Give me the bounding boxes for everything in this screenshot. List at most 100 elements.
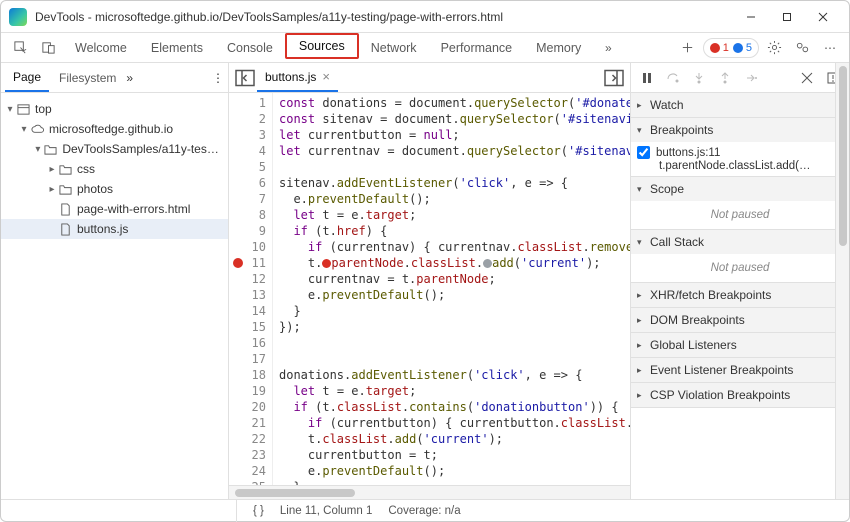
settings-gear-icon[interactable] (761, 35, 787, 61)
section-breakpoints[interactable]: ▾Breakpoints (631, 118, 849, 142)
minimize-button[interactable] (733, 3, 769, 31)
section-xhr[interactable]: ▸XHR/fetch Breakpoints (631, 283, 849, 307)
code-line[interactable]: } (273, 479, 630, 485)
code-line[interactable]: e.preventDefault(); (273, 191, 630, 207)
navigator-tab-filesystem[interactable]: Filesystem (51, 63, 124, 92)
navigator-menu-icon[interactable]: ⋮ (212, 71, 224, 85)
gutter-line[interactable]: 2 (229, 111, 272, 127)
gutter-line[interactable]: 15 (229, 319, 272, 335)
code-line[interactable]: if (t.href) { (273, 223, 630, 239)
gutter-line[interactable]: 8 (229, 207, 272, 223)
gutter-line[interactable]: 5 (229, 159, 272, 175)
gutter-line[interactable]: 24 (229, 463, 272, 479)
tab-welcome[interactable]: Welcome (63, 33, 139, 63)
code-line[interactable]: e.preventDefault(); (273, 287, 630, 303)
gutter-line[interactable]: 25 (229, 479, 272, 485)
section-csp[interactable]: ▸CSP Violation Breakpoints (631, 383, 849, 407)
gutter-line[interactable]: 19 (229, 383, 272, 399)
new-tab-plus-icon[interactable] (675, 35, 701, 61)
toggle-navigator-icon[interactable] (233, 66, 257, 90)
vscroll-thumb[interactable] (839, 66, 847, 246)
tree-file-js-selected[interactable]: buttons.js (1, 219, 228, 239)
pause-icon[interactable] (637, 68, 657, 88)
line-gutter[interactable]: 1234567891011121314151617181920212223242… (229, 93, 273, 485)
tree-folder-css[interactable]: ▸css (1, 159, 228, 179)
breakpoint-checkbox[interactable] (637, 146, 650, 159)
tree-path-folder[interactable]: ▾DevToolsSamples/a11y-testing (1, 139, 228, 159)
scrollbar-thumb[interactable] (235, 489, 355, 497)
kebab-menu-icon[interactable]: ⋯ (817, 35, 843, 61)
code-line[interactable]: let currentnav = document.querySelector(… (273, 143, 630, 159)
section-callstack[interactable]: ▾Call Stack (631, 230, 849, 254)
code-line[interactable]: if (t.classList.contains('donationbutton… (273, 399, 630, 415)
step-over-icon[interactable] (663, 68, 683, 88)
gutter-line[interactable]: 17 (229, 351, 272, 367)
code-line[interactable]: currentnav = t.parentNode; (273, 271, 630, 287)
gutter-line[interactable]: 1 (229, 95, 272, 111)
tree-file-html[interactable]: page-with-errors.html (1, 199, 228, 219)
code-line[interactable]: currentbutton = t; (273, 447, 630, 463)
vertical-scrollbar[interactable] (835, 63, 849, 499)
tab-network[interactable]: Network (359, 33, 429, 63)
issues-badge[interactable]: 1 5 (703, 38, 759, 58)
tab-performance[interactable]: Performance (429, 33, 525, 63)
more-navigator-tabs-icon[interactable]: » (126, 71, 133, 85)
maximize-button[interactable] (769, 3, 805, 31)
gutter-line[interactable]: 9 (229, 223, 272, 239)
section-global[interactable]: ▸Global Listeners (631, 333, 849, 357)
gutter-line[interactable]: 20 (229, 399, 272, 415)
gutter-line[interactable]: 12 (229, 271, 272, 287)
code-line[interactable]: t.classList.add('current'); (273, 431, 630, 447)
step-icon[interactable] (741, 68, 761, 88)
tree-domain[interactable]: ▾microsoftedge.github.io (1, 119, 228, 139)
code-line[interactable]: let currentbutton = null; (273, 127, 630, 143)
code-line[interactable]: if (currentbutton) { currentbutton.class… (273, 415, 630, 431)
gutter-line[interactable]: 13 (229, 287, 272, 303)
tree-top-frame[interactable]: ▾top (1, 99, 228, 119)
section-watch[interactable]: ▸Watch (631, 93, 849, 117)
code-editor[interactable]: 1234567891011121314151617181920212223242… (229, 93, 630, 485)
device-toolbar-icon[interactable] (35, 35, 61, 61)
pretty-print-icon[interactable]: { } (253, 505, 264, 517)
code-line[interactable]: }); (273, 319, 630, 335)
gutter-line[interactable]: 23 (229, 447, 272, 463)
gutter-line[interactable]: 22 (229, 431, 272, 447)
navigator-tab-page[interactable]: Page (5, 63, 49, 92)
code-line[interactable] (273, 351, 630, 367)
tab-elements[interactable]: Elements (139, 33, 215, 63)
gutter-line[interactable]: 4 (229, 143, 272, 159)
gutter-line[interactable]: 7 (229, 191, 272, 207)
section-dom[interactable]: ▸DOM Breakpoints (631, 308, 849, 332)
code-line[interactable]: t.parentNode.classList.add('current'); (273, 255, 630, 271)
code-line[interactable]: e.preventDefault(); (273, 463, 630, 479)
gutter-line[interactable]: 14 (229, 303, 272, 319)
code-line[interactable]: const sitenav = document.querySelector('… (273, 111, 630, 127)
gutter-line[interactable]: 18 (229, 367, 272, 383)
toggle-debugger-icon[interactable] (602, 66, 626, 90)
tab-memory[interactable]: Memory (524, 33, 593, 63)
deactivate-breakpoints-icon[interactable] (797, 68, 817, 88)
tree-folder-photos[interactable]: ▸photos (1, 179, 228, 199)
code-line[interactable]: donations.addEventListener('click', e =>… (273, 367, 630, 383)
inspect-element-icon[interactable] (7, 35, 33, 61)
tab-console[interactable]: Console (215, 33, 285, 63)
code-line[interactable] (273, 159, 630, 175)
editor-file-tab[interactable]: buttons.js × (257, 63, 338, 92)
gutter-line[interactable]: 21 (229, 415, 272, 431)
code-line[interactable]: sitenav.addEventListener('click', e => { (273, 175, 630, 191)
gutter-line[interactable]: 10 (229, 239, 272, 255)
code-line[interactable]: const donations = document.querySelector… (273, 95, 630, 111)
step-out-icon[interactable] (715, 68, 735, 88)
section-event[interactable]: ▸Event Listener Breakpoints (631, 358, 849, 382)
step-into-icon[interactable] (689, 68, 709, 88)
code-line[interactable]: let t = e.target; (273, 207, 630, 223)
close-button[interactable] (805, 3, 841, 31)
code-line[interactable]: if (currentnav) { currentnav.classList.r… (273, 239, 630, 255)
gutter-line[interactable]: 6 (229, 175, 272, 191)
tab-sources[interactable]: Sources (285, 33, 359, 59)
breakpoint-entry[interactable]: buttons.js:11 t.parentNode.classList.add… (637, 146, 843, 172)
gutter-line[interactable]: 11 (229, 255, 272, 271)
gutter-line[interactable]: 3 (229, 127, 272, 143)
code-line[interactable] (273, 335, 630, 351)
feedback-icon[interactable] (789, 35, 815, 61)
